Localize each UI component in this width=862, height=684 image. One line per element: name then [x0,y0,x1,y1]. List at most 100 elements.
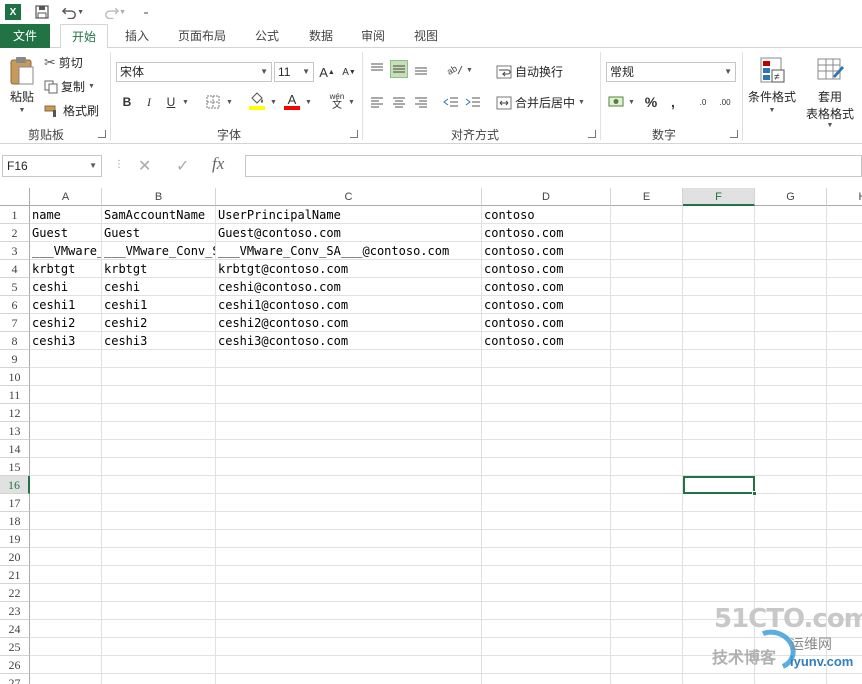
cell-c24[interactable] [216,620,482,638]
cell-h6[interactable] [827,296,862,314]
cell-f17[interactable] [683,494,755,512]
row-header-18[interactable]: 18 [0,512,30,530]
cell-h5[interactable] [827,278,862,296]
cell-b11[interactable] [102,386,216,404]
row-header-12[interactable]: 12 [0,404,30,422]
cancel-icon[interactable]: ✕ [138,156,151,176]
cell-g17[interactable] [755,494,827,512]
cell-a14[interactable] [30,440,102,458]
row-header-13[interactable]: 13 [0,422,30,440]
wrap-text-button[interactable]: 自动换行 [496,63,563,80]
paste-dropdown-icon[interactable]: ▼ [19,107,26,114]
cell-f5[interactable] [683,278,755,296]
cell-c2[interactable]: Guest@contoso.com [216,224,482,242]
cell-f4[interactable] [683,260,755,278]
cell-d23[interactable] [482,602,611,620]
copy-dropdown-icon[interactable]: ▼ [88,83,95,90]
cell-d26[interactable] [482,656,611,674]
cell-a6[interactable]: ceshi1 [30,296,102,314]
formula-input[interactable] [245,155,862,177]
insert-function-icon[interactable]: fx [212,154,224,174]
enter-check-icon[interactable]: ✓ [176,156,189,176]
cell-h19[interactable] [827,530,862,548]
cell-h13[interactable] [827,422,862,440]
font-size-select[interactable]: 11 ▼ [274,62,314,82]
cell-f14[interactable] [683,440,755,458]
cell-a19[interactable] [30,530,102,548]
cell-c13[interactable] [216,422,482,440]
cell-e20[interactable] [611,548,683,566]
cell-h16[interactable] [827,476,862,494]
accounting-dropdown-icon[interactable]: ▼ [628,99,635,106]
cell-h17[interactable] [827,494,862,512]
cell-b3[interactable]: ___VMware_Conv_SA___ [102,242,216,260]
cell-d17[interactable] [482,494,611,512]
font-color-button[interactable]: A [283,92,301,110]
cell-f22[interactable] [683,584,755,602]
cell-e27[interactable] [611,674,683,684]
row-header-4[interactable]: 4 [0,260,30,278]
accounting-format-button[interactable] [606,93,628,111]
align-center-button[interactable] [390,93,408,111]
cell-d25[interactable] [482,638,611,656]
cell-f6[interactable] [683,296,755,314]
cell-b10[interactable] [102,368,216,386]
row-header-10[interactable]: 10 [0,368,30,386]
row-header-7[interactable]: 7 [0,314,30,332]
cell-e5[interactable] [611,278,683,296]
cell-e21[interactable] [611,566,683,584]
cell-g20[interactable] [755,548,827,566]
cell-b17[interactable] [102,494,216,512]
bold-button[interactable]: B [118,93,136,111]
cell-d13[interactable] [482,422,611,440]
cell-d24[interactable] [482,620,611,638]
row-header-5[interactable]: 5 [0,278,30,296]
cell-a2[interactable]: Guest [30,224,102,242]
cell-g1[interactable] [755,206,827,224]
cell-b5[interactable]: ceshi [102,278,216,296]
cell-c6[interactable]: ceshi1@contoso.com [216,296,482,314]
cell-b15[interactable] [102,458,216,476]
cell-b4[interactable]: krbtgt [102,260,216,278]
cell-f21[interactable] [683,566,755,584]
cell-d11[interactable] [482,386,611,404]
cell-a8[interactable]: ceshi3 [30,332,102,350]
cell-c4[interactable]: krbtgt@contoso.com [216,260,482,278]
cell-f11[interactable] [683,386,755,404]
row-header-26[interactable]: 26 [0,656,30,674]
cell-c17[interactable] [216,494,482,512]
cell-a22[interactable] [30,584,102,602]
merge-center-button[interactable]: 合并后居中 ▼ [496,94,585,111]
cell-g14[interactable] [755,440,827,458]
font-launcher-icon[interactable] [350,130,358,138]
cell-d15[interactable] [482,458,611,476]
cell-g4[interactable] [755,260,827,278]
cell-a9[interactable] [30,350,102,368]
cell-c18[interactable] [216,512,482,530]
cell-a26[interactable] [30,656,102,674]
cell-g5[interactable] [755,278,827,296]
cell-c10[interactable] [216,368,482,386]
row-header-22[interactable]: 22 [0,584,30,602]
cell-g13[interactable] [755,422,827,440]
cell-c7[interactable]: ceshi2@contoso.com [216,314,482,332]
cell-c21[interactable] [216,566,482,584]
cell-g3[interactable] [755,242,827,260]
cell-b8[interactable]: ceshi3 [102,332,216,350]
cell-h4[interactable] [827,260,862,278]
redo-icon[interactable]: ▼ [104,4,126,20]
cell-h3[interactable] [827,242,862,260]
cell-g15[interactable] [755,458,827,476]
cell-b20[interactable] [102,548,216,566]
cell-f10[interactable] [683,368,755,386]
cell-a18[interactable] [30,512,102,530]
cell-f15[interactable] [683,458,755,476]
cell-e6[interactable] [611,296,683,314]
cell-f3[interactable] [683,242,755,260]
orientation-dropdown-icon[interactable]: ▼ [466,67,473,74]
cell-e2[interactable] [611,224,683,242]
cell-h9[interactable] [827,350,862,368]
row-header-19[interactable]: 19 [0,530,30,548]
cell-e8[interactable] [611,332,683,350]
align-right-button[interactable] [412,93,430,111]
